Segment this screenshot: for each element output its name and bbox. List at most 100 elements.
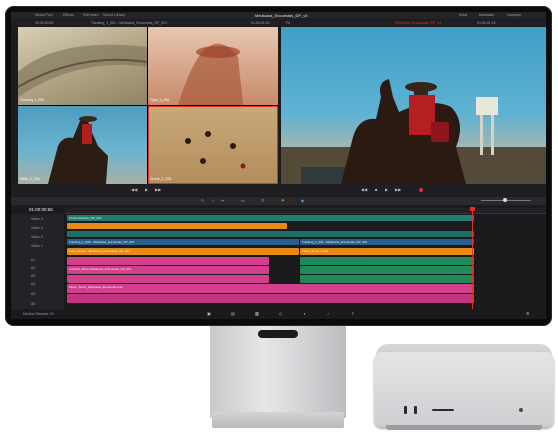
clip-a1-b-label: Foley_Horse_2.wav [302, 249, 329, 253]
deliver-page-icon[interactable]: ⇪ [351, 311, 354, 316]
clip-v1-a[interactable]: Tracking_1_005 - Medicana_Encuestas_DP_0… [67, 239, 299, 245]
clip-a2[interactable] [67, 257, 269, 265]
insert-clip-icon[interactable]: ▭ [241, 198, 245, 203]
flag-icon[interactable]: ⚑ [281, 198, 285, 203]
track-header-video4[interactable]: Video 4 [31, 217, 43, 221]
resolve-edit-page: Media Pool Effects Edit Index Sound Libr… [11, 12, 546, 319]
menu-media-pool[interactable]: Media Pool [35, 13, 53, 17]
viewer-prev-button[interactable]: ◀◀ [361, 187, 367, 192]
track-header-a5[interactable]: A5 [31, 292, 35, 296]
clip-v1-b-label: Tracking_1_001 - Medicana_Encuestas_DP_0… [302, 240, 368, 244]
menu-sound-library[interactable]: Sound Library [103, 13, 125, 17]
clip-a3-label: Ambient_Wind_Medicana_Encuestas_DP_001 [69, 267, 132, 271]
mac-studio [374, 352, 554, 427]
clip-v1-a-label: Tracking_1_005 - Medicana_Encuestas_DP_0… [69, 240, 135, 244]
track-header-video2[interactable]: Video 2 [31, 235, 43, 239]
timeline-toolbar: ↖ ⇔ ✂ ▭ ⊓ ⚑ ◆ [11, 197, 546, 205]
multicam-angle-1[interactable]: Tracking 1_005 [18, 27, 147, 105]
clip-v2[interactable] [67, 231, 474, 237]
right-viewer-timecode: 01:00:01:00 [251, 21, 270, 25]
menu-inspector[interactable]: Inspector [507, 13, 521, 17]
blade-tool-icon[interactable]: ✂ [221, 198, 224, 203]
top-menu-bar: Media Pool Effects Edit Index Sound Libr… [11, 12, 546, 19]
display-stand-foot [212, 412, 344, 428]
playhead-handle[interactable] [470, 207, 475, 211]
timeline-timecode: 01:00:00:58 [29, 207, 53, 212]
trim-tool-icon[interactable]: ⇔ [211, 198, 215, 203]
app-name-label: DaVinci Resolve 19 [23, 312, 54, 316]
clip-a1-a-label: Foley_Horse - Medicana_Encuestas_DP_001 [69, 249, 130, 253]
next-frame-button[interactable]: ▶▶ [155, 187, 161, 192]
track-header-a1[interactable]: A1 [31, 258, 35, 262]
media-page-icon[interactable]: ▣ [207, 311, 211, 316]
angle-3-label: Wide_1_006 [20, 177, 40, 181]
display-stand [210, 326, 346, 418]
clip-a1-a[interactable]: Foley_Horse - Medicana_Encuestas_DP_001 [67, 248, 299, 255]
selection-tool-icon[interactable]: ↖ [201, 198, 204, 203]
clip-v4[interactable]: Cross Dissolve_DP_001 [67, 215, 474, 221]
transport-bar: ◀◀ ▶ ▶▶ ◀◀ ■ ▶ ▶▶ [11, 185, 546, 196]
zoom-slider-thumb[interactable] [503, 198, 507, 202]
multicam-angle-4[interactable]: Drone_1_008 [148, 106, 278, 184]
power-led [519, 408, 523, 412]
fairlight-page-icon[interactable]: ♪ [327, 311, 329, 316]
clip-a4-green[interactable] [300, 275, 474, 283]
clip-v3[interactable] [67, 223, 287, 229]
cut-page-icon[interactable]: ▤ [231, 311, 235, 316]
usb-c-port-2 [414, 406, 417, 414]
program-viewer[interactable] [281, 27, 546, 184]
right-viewer-tc-end: 01:00:01:15 [477, 21, 496, 25]
edit-page-icon[interactable]: ▥ [255, 311, 259, 316]
menu-effects[interactable]: Effects [63, 13, 74, 17]
zoom-selector[interactable]: Fit [286, 21, 290, 25]
project-settings-icon[interactable]: ⚙ [526, 311, 530, 316]
track-headers: Video 4 Video 3 Video 2 Video 1 A1 A2 A3… [11, 214, 64, 309]
sd-card-slot [432, 409, 454, 411]
page-navigation-bar: DaVinci Resolve 19 ▣ ▤ ▥ ◇ ◑ ♪ ⇪ ⚙ [11, 310, 546, 319]
left-viewer-timecode: 00:00:00:00 [35, 21, 54, 25]
multicam-angle-2[interactable]: Tight_1_008 [148, 27, 278, 105]
viewer-header-bar: 00:00:00:00 Tracking_1_001 - Medicana_En… [11, 20, 546, 26]
snap-icon[interactable]: ⊓ [261, 198, 264, 203]
multicam-viewer[interactable]: Tracking 1_005 Tight_1_008 Wide_1_006 Dr… [18, 27, 278, 184]
mac-studio-base [386, 425, 542, 430]
playhead[interactable] [472, 208, 473, 309]
prev-frame-button[interactable]: ◀◀ [131, 187, 137, 192]
clip-a3[interactable]: Ambient_Wind_Medicana_Encuestas_DP_001 [67, 266, 269, 274]
angle-1-label: Tracking 1_005 [20, 98, 44, 102]
left-viewer-clip-name: Tracking_1_001 - Medicana_Encuestas_DP_0… [91, 21, 168, 25]
clip-a5[interactable]: Music_Score_Medicana_Encuestas.wav [67, 284, 474, 293]
clip-a2-green[interactable] [300, 257, 474, 265]
viewer-stop-button[interactable]: ■ [375, 187, 377, 192]
menu-edit-index[interactable]: Edit Index [83, 13, 99, 17]
marker-icon[interactable]: ◆ [301, 198, 304, 203]
project-title: Medicana_Encuestas_DP_v4 [255, 13, 308, 18]
track-header-a2[interactable]: A2 [31, 266, 35, 270]
track-header-video3[interactable]: Video 3 [31, 226, 43, 230]
clip-a4[interactable] [67, 275, 269, 283]
track-header-a4[interactable]: A4 [31, 282, 35, 286]
menu-metadata[interactable]: Metadata [479, 13, 494, 17]
track-header-a6[interactable]: A6 [31, 302, 35, 306]
clip-a1-b[interactable]: Foley_Horse_2.wav [300, 248, 474, 255]
record-indicator[interactable] [419, 188, 423, 192]
clip-v4-label: Cross Dissolve_DP_001 [69, 216, 102, 220]
fusion-page-icon[interactable]: ◇ [279, 311, 282, 316]
viewer-next-button[interactable]: ▶▶ [395, 187, 401, 192]
usb-c-port-1 [404, 406, 407, 414]
multicam-angle-3[interactable]: Wide_1_006 [18, 106, 147, 184]
program-frame-image [281, 79, 546, 184]
track-header-video1[interactable]: Video 1 [31, 244, 43, 248]
stand-cable-hole [258, 330, 298, 338]
color-page-icon[interactable]: ◑ [303, 311, 305, 316]
menu-mixer[interactable]: Mixer [459, 13, 468, 17]
viewer-play-button[interactable]: ▶ [385, 187, 388, 192]
clip-a5-label: Music_Score_Medicana_Encuestas.wav [69, 285, 123, 289]
angle-2-label: Tight_1_008 [150, 98, 170, 102]
clip-a3-green[interactable] [300, 266, 474, 274]
track-header-a3[interactable]: A3 [31, 274, 35, 278]
timeline-panel: 01:00:00:58 Video 4 Video 3 Video 2 Vide… [11, 206, 546, 309]
play-button[interactable]: ▶ [145, 187, 148, 192]
clip-a6[interactable] [67, 294, 474, 303]
clip-v1-b[interactable]: Tracking_1_001 - Medicana_Encuestas_DP_0… [300, 239, 474, 245]
